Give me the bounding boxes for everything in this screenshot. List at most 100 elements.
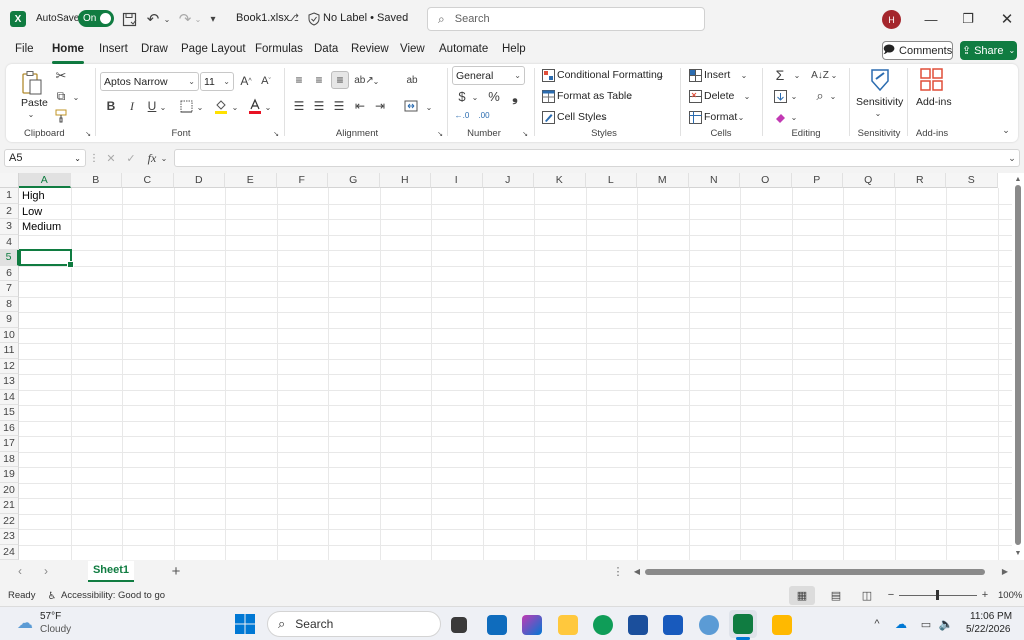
delete-cells-label[interactable]: Delete xyxy=(704,90,734,102)
format-painter-icon[interactable] xyxy=(53,108,69,124)
align-top-icon[interactable]: ≡ xyxy=(291,72,307,88)
column-header-R[interactable]: R xyxy=(894,173,946,188)
merge-dropdown-icon[interactable]: ⌄ xyxy=(425,100,433,114)
row-header-10[interactable]: 10 xyxy=(0,327,19,343)
customize-qat-icon[interactable]: ▾ xyxy=(207,10,219,28)
underline-dropdown-icon[interactable]: ⌄ xyxy=(159,100,167,114)
tab-data[interactable]: Data xyxy=(314,43,338,61)
dialog-launcher-icon[interactable]: ↘ xyxy=(84,130,92,138)
sort-filter-icon[interactable]: A↓Z xyxy=(811,67,829,83)
cancel-entry-icon[interactable]: ✕ xyxy=(104,151,118,165)
row-header-16[interactable]: 16 xyxy=(0,420,19,436)
percent-icon[interactable]: % xyxy=(486,88,502,104)
decrease-decimal-icon[interactable]: .00 xyxy=(476,108,492,122)
edge-icon[interactable] xyxy=(593,615,613,635)
row-header-1[interactable]: 1 xyxy=(0,188,19,204)
folder-app-icon[interactable] xyxy=(772,615,792,635)
font-size-select[interactable]: 11 ⌄ xyxy=(200,72,234,91)
column-header-J[interactable]: J xyxy=(482,173,534,188)
dialog-launcher-icon[interactable]: ↘ xyxy=(272,130,280,138)
cut-icon[interactable]: ✂ xyxy=(53,68,69,84)
search-input[interactable]: ⌕ Search xyxy=(427,7,705,31)
scroll-right-icon[interactable]: ▶ xyxy=(1000,565,1010,577)
insert-function-icon[interactable]: fx xyxy=(144,150,160,166)
row-header-17[interactable]: 17 xyxy=(0,436,19,452)
cell-A3[interactable]: Medium xyxy=(22,220,61,235)
font-name-select[interactable]: Aptos Narrow ⌄ xyxy=(100,72,199,91)
share-button[interactable]: ⇪ Share ⌄ xyxy=(960,41,1017,60)
worksheet-grid[interactable]: ABCDEFGHIJKLMNOPQRS 1 2 3 4 5 6 7 8 9 10 11 12 13 14 1… xyxy=(0,173,1012,560)
row-header-18[interactable]: 18 xyxy=(0,451,19,467)
weather-temp[interactable]: 57°F xyxy=(40,611,61,622)
decrease-font-size-icon[interactable]: Aˇ xyxy=(258,72,274,90)
increase-indent-icon[interactable]: ⇥ xyxy=(372,98,388,114)
tab-review[interactable]: Review xyxy=(351,43,389,61)
chevron-down-icon[interactable]: ⌄ xyxy=(657,69,665,81)
row-header-7[interactable]: 7 xyxy=(0,281,19,297)
file-explorer-icon[interactable] xyxy=(558,615,578,635)
tab-home[interactable]: Home xyxy=(52,43,84,64)
more-options-icon[interactable]: ⋮ xyxy=(89,151,99,165)
tab-help[interactable]: Help xyxy=(502,43,526,61)
column-header-E[interactable]: E xyxy=(225,173,277,188)
format-as-table-label[interactable]: Format as Table xyxy=(557,90,632,102)
comma-style-icon[interactable]: ❟ xyxy=(508,88,522,104)
column-header-L[interactable]: L xyxy=(585,173,637,188)
column-header-Q[interactable]: Q xyxy=(843,173,895,188)
redo-icon[interactable]: ↷ xyxy=(176,10,194,28)
increase-font-size-icon[interactable]: A ^ xyxy=(238,72,254,90)
scroll-up-icon[interactable]: ▲ xyxy=(1014,175,1022,183)
column-header-P[interactable]: P xyxy=(791,173,843,188)
tab-insert[interactable]: Insert xyxy=(99,43,128,61)
volume-icon[interactable]: 🔈 xyxy=(938,616,954,632)
m365-icon[interactable] xyxy=(522,615,542,635)
column-header-G[interactable]: G xyxy=(328,173,380,188)
italic-icon[interactable]: I xyxy=(125,98,139,114)
active-cell-A5[interactable] xyxy=(19,249,74,268)
file-name[interactable]: Book1.xlsx xyxy=(236,12,289,24)
confirm-entry-icon[interactable]: ✓ xyxy=(124,151,138,165)
restore-icon[interactable]: ❐ xyxy=(958,9,978,29)
align-center-icon[interactable]: ☰ xyxy=(311,98,327,114)
font-color-dropdown-icon[interactable]: ⌄ xyxy=(264,100,272,114)
row-header-4[interactable]: 4 xyxy=(0,234,19,250)
decrease-indent-icon[interactable]: ⇤ xyxy=(352,98,368,114)
currency-icon[interactable]: $ xyxy=(455,88,469,104)
borders-dropdown-icon[interactable]: ⌄ xyxy=(196,100,204,114)
column-header-H[interactable]: H xyxy=(379,173,431,188)
zoom-level[interactable]: 100% xyxy=(998,590,1022,601)
tab-automate[interactable]: Automate xyxy=(439,43,488,61)
find-select-icon[interactable]: ⌕ xyxy=(812,88,828,104)
select-all-corner[interactable] xyxy=(0,173,19,188)
chevron-down-icon[interactable]: ⌄ xyxy=(399,11,411,25)
column-header-N[interactable]: N xyxy=(688,173,740,188)
sensitivity-dropdown-icon[interactable]: ⌄ xyxy=(873,108,883,118)
format-cells-label[interactable]: Format xyxy=(704,111,737,123)
word-icon[interactable] xyxy=(663,615,683,635)
more-sheets-icon[interactable]: ⋮ xyxy=(613,564,624,578)
chevron-down-icon[interactable]: ⌄ xyxy=(74,154,81,163)
scroll-left-icon[interactable]: ◀ xyxy=(632,565,642,577)
column-header-I[interactable]: I xyxy=(431,173,483,188)
page-break-view-icon[interactable]: ◫ xyxy=(860,589,874,602)
add-ins-icon[interactable] xyxy=(919,67,945,93)
column-header-K[interactable]: K xyxy=(534,173,586,188)
borders-icon[interactable] xyxy=(178,98,194,114)
column-header-O[interactable]: O xyxy=(740,173,792,188)
row-header-9[interactable]: 9 xyxy=(0,312,19,328)
autosave-toggle[interactable]: On xyxy=(78,10,114,27)
row-header-15[interactable]: 15 xyxy=(0,405,19,421)
column-header-F[interactable]: F xyxy=(276,173,328,188)
delete-cells-icon[interactable] xyxy=(688,89,702,103)
tab-file[interactable]: File xyxy=(15,43,34,61)
row-header-3[interactable]: 3 xyxy=(0,219,19,235)
copy-dropdown-icon[interactable]: ⌄ xyxy=(72,90,80,104)
onedrive-icon[interactable]: ☁ xyxy=(893,616,909,632)
expand-formula-bar-icon[interactable]: ⌄ xyxy=(1006,151,1018,165)
globe-app-icon[interactable] xyxy=(699,615,719,635)
accessibility-status[interactable]: Accessibility: Good to go xyxy=(61,590,165,601)
cell-styles-icon[interactable] xyxy=(541,110,555,124)
paste-dropdown-icon[interactable]: ⌄ xyxy=(26,110,36,119)
row-header-14[interactable]: 14 xyxy=(0,389,19,405)
currency-dropdown-icon[interactable]: ⌄ xyxy=(471,90,479,104)
